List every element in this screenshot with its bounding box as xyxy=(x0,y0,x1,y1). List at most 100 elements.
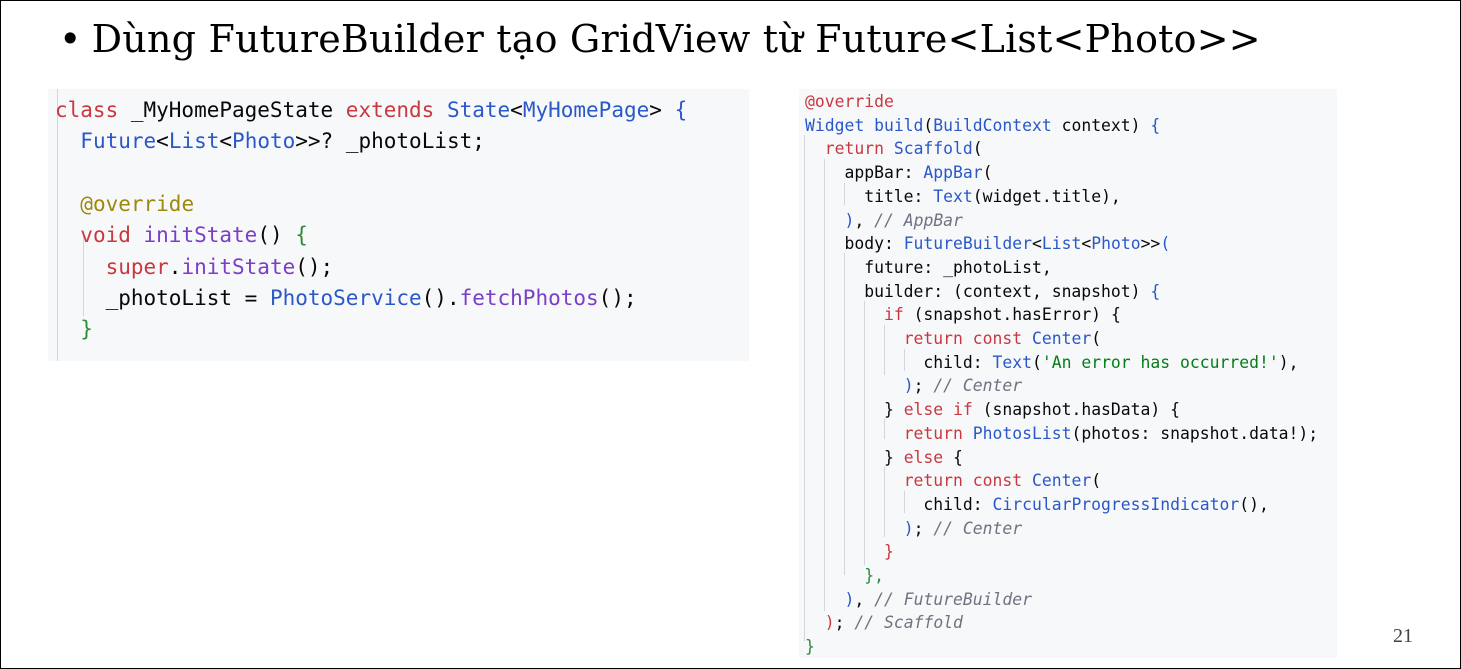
code-token: ) xyxy=(844,210,855,230)
code-token: Center xyxy=(1031,329,1092,348)
code-token: initState xyxy=(181,254,296,279)
slide: • Dùng FutureBuilder tạo GridView từ Futu… xyxy=(0,0,1461,669)
code-token: PhotoService xyxy=(269,285,422,310)
code-token: return xyxy=(824,139,894,159)
code-token: } xyxy=(805,447,904,467)
code-token: (); xyxy=(598,285,637,310)
code-line: ), // AppBar xyxy=(805,210,963,231)
code-token: BuildContext xyxy=(933,115,1052,135)
code-line: } xyxy=(805,637,815,657)
code-token: List xyxy=(168,129,220,154)
code-token: . xyxy=(168,254,182,279)
code-line: @override xyxy=(55,192,194,216)
code-token: CircularProgressIndicator xyxy=(992,494,1240,514)
code-token: Text xyxy=(933,186,973,206)
bullet-icon: • xyxy=(59,17,82,61)
code-line: void initState() { xyxy=(55,223,308,247)
code-token: ( xyxy=(923,115,934,135)
code-token: // Center xyxy=(933,376,1023,396)
code-token: else if xyxy=(903,400,983,420)
code-token: ) xyxy=(844,589,855,609)
code-token: FutureBuilder xyxy=(903,234,1032,254)
code-line: future: _photoList, xyxy=(805,258,1052,278)
code-token: ), xyxy=(1278,352,1299,372)
code-token: title: xyxy=(805,186,934,206)
code-line: @override xyxy=(805,92,894,112)
code-token: future: _photoList, xyxy=(805,257,1052,277)
code-token: return const xyxy=(903,329,1032,348)
code-token: ; xyxy=(834,613,855,633)
code-line: return const Center( xyxy=(805,471,1101,491)
code-token: _MyHomePageState xyxy=(130,98,346,122)
code-token: , xyxy=(854,210,875,230)
code-token: ) xyxy=(824,613,835,633)
code-token: < xyxy=(156,129,169,154)
page-number: 21 xyxy=(1393,625,1413,647)
code-line: class _MyHomePageState extends State<MyH… xyxy=(55,98,687,122)
code-token: @override xyxy=(805,92,894,111)
code-token: child: xyxy=(805,494,993,514)
code-line: child: CircularProgressIndicator(), xyxy=(805,494,1269,515)
code-token: // Center xyxy=(933,518,1023,538)
code-line: ); // Center xyxy=(805,376,1022,396)
code-line: ); // Center xyxy=(805,519,1022,539)
code-token: // AppBar xyxy=(874,210,963,230)
code-token: (snapshot.hasData) { xyxy=(982,400,1181,420)
code-block-state-class: class _MyHomePageState extends State<MyH… xyxy=(48,89,749,361)
code-token: if xyxy=(883,305,914,325)
code-token: class xyxy=(55,98,131,122)
code-token: super xyxy=(105,254,169,279)
code-token: // FutureBuilder xyxy=(874,589,1032,609)
code-token: , xyxy=(854,589,875,609)
code-line: super.initState(); xyxy=(55,254,334,279)
code-token: ) xyxy=(903,518,914,538)
code-token: initState xyxy=(143,223,258,248)
code-line: } else if (snapshot.hasData) { xyxy=(805,400,1180,420)
code-token: Photo xyxy=(1091,234,1141,254)
code-token: extends xyxy=(345,98,447,122)
code-token: (snapshot.hasError) xyxy=(913,305,1111,325)
code-token: AppBar xyxy=(923,163,983,183)
code-token: builder: (context, snapshot) xyxy=(805,281,1151,301)
code-token: List xyxy=(1041,234,1082,254)
code-token: ( xyxy=(982,163,993,183)
code-token: build xyxy=(874,115,924,135)
code-token: ( xyxy=(1091,329,1102,348)
code-token: Widget xyxy=(805,115,875,135)
code-token: > xyxy=(649,98,675,122)
code-token: { xyxy=(953,447,963,467)
code-token: body: xyxy=(805,234,904,254)
slide-title: • Dùng FutureBuilder tạo GridView từ Futu… xyxy=(59,17,1261,61)
code-token: (); xyxy=(295,254,334,279)
code-token: (), xyxy=(1239,494,1269,514)
code-token: PhotosList xyxy=(972,423,1072,443)
code-token: context) xyxy=(1051,115,1151,135)
code-token: void xyxy=(80,223,144,248)
code-token: Scaffold xyxy=(893,139,973,159)
code-line: child: Text('An error has occurred!'), xyxy=(805,353,1298,373)
code-line: body: FutureBuilder<List<Photo>>( xyxy=(805,234,1170,254)
code-token: >>? _photoList; xyxy=(295,129,485,154)
code-line: return PhotosList(photos: snapshot.data!… xyxy=(805,424,1318,444)
code-token: fetchPhotos xyxy=(459,285,599,310)
code-token: Future xyxy=(80,129,157,154)
code-token: () xyxy=(257,223,296,248)
code-token: Text xyxy=(992,352,1032,372)
code-token: (photos: snapshot.data!); xyxy=(1071,423,1319,443)
code-line: return const Center( xyxy=(805,329,1101,349)
code-token: < xyxy=(219,129,233,154)
code-token: < xyxy=(1081,234,1092,254)
code-token: ) xyxy=(903,376,914,396)
